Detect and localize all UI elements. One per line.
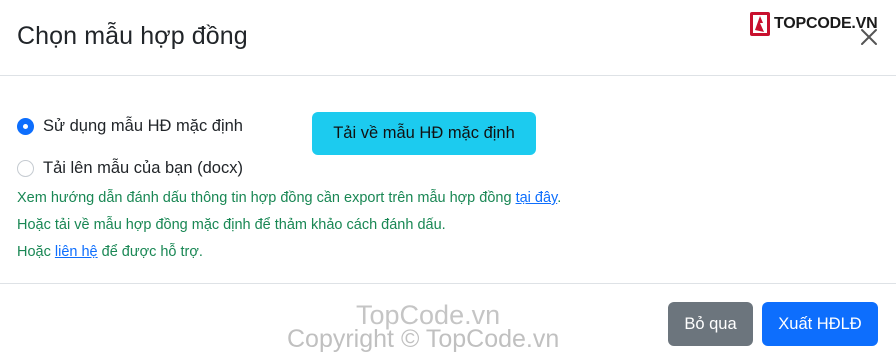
export-contract-button[interactable]: Xuất HĐLĐ xyxy=(762,302,878,346)
contact-link[interactable]: liên hệ xyxy=(55,244,98,260)
close-icon xyxy=(861,29,877,45)
help-line-3: Hoặc liên hệ để được hỗ trợ. xyxy=(17,244,203,260)
skip-button[interactable]: Bỏ qua xyxy=(668,302,753,346)
help-line-3-text: Hoặc xyxy=(17,244,55,260)
download-default-template-button[interactable]: Tải về mẫu HĐ mặc định xyxy=(312,112,536,155)
topcode-logo-icon xyxy=(750,12,770,36)
modal-title: Chọn mẫu hợp đồng xyxy=(17,22,248,50)
contract-template-modal: Chọn mẫu hợp đồng TOPCODE.VN Sử dụng mẫu… xyxy=(0,0,896,357)
guide-link[interactable]: tại đây xyxy=(516,190,558,206)
option-upload-template-label: Tải lên mẫu của bạn (docx) xyxy=(43,159,243,177)
help-line-1-text: Xem hướng dẫn đánh dấu thông tin hợp đồn… xyxy=(17,190,516,206)
help-line-1: Xem hướng dẫn đánh dấu thông tin hợp đồn… xyxy=(17,190,561,206)
help-line-1-suffix: . xyxy=(557,190,562,206)
radio-upload-template[interactable] xyxy=(17,160,34,177)
option-default-template-label: Sử dụng mẫu HĐ mặc định xyxy=(43,117,243,135)
help-line-3-suffix: để được hỗ trợ. xyxy=(97,244,203,260)
modal-header: Chọn mẫu hợp đồng TOPCODE.VN xyxy=(0,0,896,76)
option-upload-template[interactable]: Tải lên mẫu của bạn (docx) xyxy=(17,159,243,178)
radio-default-template[interactable] xyxy=(17,118,34,135)
close-button[interactable] xyxy=(856,24,882,50)
help-line-2: Hoặc tải về mẫu hợp đồng mặc định để thả… xyxy=(17,217,446,233)
option-default-template[interactable]: Sử dụng mẫu HĐ mặc định xyxy=(17,117,243,136)
